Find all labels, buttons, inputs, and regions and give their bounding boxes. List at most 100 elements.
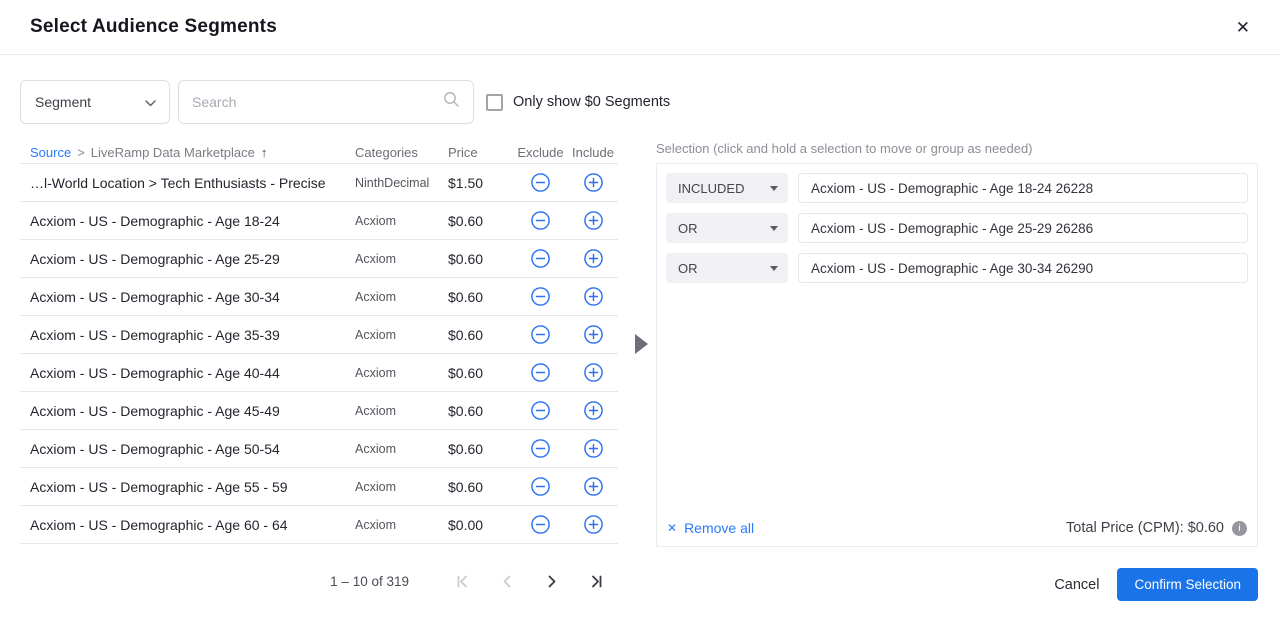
exclude-icon[interactable]: [530, 210, 551, 231]
table-row[interactable]: Acxiom - US - Demographic - Age 18-24 Ac…: [20, 202, 618, 240]
cancel-button[interactable]: Cancel: [1054, 577, 1099, 593]
include-icon[interactable]: [583, 362, 604, 383]
table-row[interactable]: Acxiom - US - Demographic - Age 25-29 Ac…: [20, 240, 618, 278]
operator-dropdown[interactable]: OR: [666, 253, 788, 283]
next-page-icon[interactable]: [543, 573, 560, 590]
segment-name-cell: Acxiom - US - Demographic - Age 40-44: [20, 365, 355, 381]
table-row[interactable]: Acxiom - US - Demographic - Age 40-44 Ac…: [20, 354, 618, 392]
table-row[interactable]: Acxiom - US - Demographic - Age 45-49 Ac…: [20, 392, 618, 430]
close-icon[interactable]: ✕: [1236, 19, 1250, 36]
price-cell: $0.60: [448, 251, 513, 267]
selection-item[interactable]: INCLUDED Acxiom - US - Demographic - Age…: [666, 173, 1248, 203]
operator-value: INCLUDED: [678, 181, 744, 196]
segment-name-cell: Acxiom - US - Demographic - Age 35-39: [20, 327, 355, 343]
table-row[interactable]: …l-World Location > Tech Enthusiasts - P…: [20, 164, 618, 202]
category-cell: Acxiom: [355, 404, 448, 418]
pagination-label: 1 – 10 of 319: [330, 574, 409, 589]
include-icon[interactable]: [583, 248, 604, 269]
segment-name-cell: Acxiom - US - Demographic - Age 30-34: [20, 289, 355, 305]
table-row[interactable]: Acxiom - US - Demographic - Age 60 - 64 …: [20, 506, 618, 544]
total-price-label: Total Price (CPM): $0.60: [1066, 520, 1224, 536]
zero-segments-filter-label: Only show $0 Segments: [513, 94, 670, 110]
price-cell: $0.60: [448, 289, 513, 305]
include-icon[interactable]: [583, 476, 604, 497]
include-icon[interactable]: [583, 438, 604, 459]
zero-segments-filter[interactable]: Only show $0 Segments: [486, 94, 670, 111]
segment-name-cell: Acxiom - US - Demographic - Age 50-54: [20, 441, 355, 457]
exclude-icon[interactable]: [530, 172, 551, 193]
exclude-icon[interactable]: [530, 400, 551, 421]
price-cell: $0.60: [448, 403, 513, 419]
include-icon[interactable]: [583, 172, 604, 193]
exclude-icon[interactable]: [530, 476, 551, 497]
chevron-down-icon: [770, 226, 778, 231]
remove-all-link[interactable]: ✕ Remove all: [667, 520, 754, 536]
chevron-down-icon: [770, 266, 778, 271]
confirm-selection-button[interactable]: Confirm Selection: [1117, 568, 1258, 601]
selection-panel: INCLUDED Acxiom - US - Demographic - Age…: [656, 163, 1258, 547]
breadcrumb: Source > LiveRamp Data Marketplace ↑: [20, 145, 355, 160]
remove-all-x-icon: ✕: [667, 522, 677, 534]
selection-header: Selection (click and hold a selection to…: [656, 141, 1258, 155]
dialog-footer: Cancel Confirm Selection: [1054, 568, 1258, 601]
first-page-icon[interactable]: [455, 573, 472, 590]
table-row[interactable]: Acxiom - US - Demographic - Age 35-39 Ac…: [20, 316, 618, 354]
selection-item[interactable]: OR Acxiom - US - Demographic - Age 25-29…: [666, 213, 1248, 243]
operator-value: OR: [678, 261, 698, 276]
previous-page-icon[interactable]: [499, 573, 516, 590]
last-page-icon[interactable]: [587, 573, 604, 590]
price-cell: $0.60: [448, 213, 513, 229]
breadcrumb-separator: >: [77, 145, 85, 160]
selection-item-label: Acxiom - US - Demographic - Age 18-24 26…: [798, 173, 1248, 203]
include-icon[interactable]: [583, 286, 604, 307]
exclude-icon[interactable]: [530, 248, 551, 269]
category-cell: Acxiom: [355, 252, 448, 266]
segment-type-dropdown[interactable]: Segment: [20, 80, 170, 124]
include-icon[interactable]: [583, 210, 604, 231]
toolbar: Segment Only show $0 Segments: [20, 80, 670, 124]
category-cell: Acxiom: [355, 214, 448, 228]
category-cell: Acxiom: [355, 518, 448, 532]
search-input[interactable]: [192, 94, 443, 110]
exclude-icon[interactable]: [530, 324, 551, 345]
include-icon[interactable]: [583, 400, 604, 421]
exclude-icon[interactable]: [530, 438, 551, 459]
table-row[interactable]: Acxiom - US - Demographic - Age 50-54 Ac…: [20, 430, 618, 468]
price-cell: $0.60: [448, 479, 513, 495]
include-icon[interactable]: [583, 324, 604, 345]
chevron-down-icon: [145, 94, 156, 110]
segment-name-cell: Acxiom - US - Demographic - Age 60 - 64: [20, 517, 355, 533]
selection-item-label: Acxiom - US - Demographic - Age 30-34 26…: [798, 253, 1248, 283]
table-row[interactable]: Acxiom - US - Demographic - Age 55 - 59 …: [20, 468, 618, 506]
column-header-exclude: Exclude: [513, 145, 568, 160]
include-icon[interactable]: [583, 514, 604, 535]
segment-name-cell: Acxiom - US - Demographic - Age 55 - 59: [20, 479, 355, 495]
operator-dropdown[interactable]: OR: [666, 213, 788, 243]
breadcrumb-source-link[interactable]: Source: [30, 145, 71, 160]
info-icon[interactable]: i: [1232, 521, 1247, 536]
exclude-icon[interactable]: [530, 514, 551, 535]
category-cell: Acxiom: [355, 480, 448, 494]
column-header-include: Include: [568, 145, 618, 160]
breadcrumb-current: LiveRamp Data Marketplace: [91, 145, 255, 160]
sort-ascending-icon[interactable]: ↑: [261, 145, 268, 160]
price-cell: $1.50: [448, 175, 513, 191]
operator-dropdown[interactable]: INCLUDED: [666, 173, 788, 203]
exclude-icon[interactable]: [530, 286, 551, 307]
search-box[interactable]: [178, 80, 474, 124]
price-cell: $0.60: [448, 365, 513, 381]
checkbox-icon[interactable]: [486, 94, 503, 111]
exclude-icon[interactable]: [530, 362, 551, 383]
price-cell: $0.60: [448, 441, 513, 457]
selection-item-label: Acxiom - US - Demographic - Age 25-29 26…: [798, 213, 1248, 243]
selection-footer: ✕ Remove all Total Price (CPM): $0.60 i: [667, 520, 1247, 536]
table-row[interactable]: Acxiom - US - Demographic - Age 30-34 Ac…: [20, 278, 618, 316]
remove-all-label: Remove all: [684, 520, 754, 536]
table-header-row: Source > LiveRamp Data Marketplace ↑ Cat…: [20, 141, 618, 163]
category-cell: Acxiom: [355, 290, 448, 304]
segment-name-cell: Acxiom - US - Demographic - Age 25-29: [20, 251, 355, 267]
segment-name-cell: Acxiom - US - Demographic - Age 18-24: [20, 213, 355, 229]
selection-item[interactable]: OR Acxiom - US - Demographic - Age 30-34…: [666, 253, 1248, 283]
page-title: Select Audience Segments: [30, 16, 277, 38]
category-cell: Acxiom: [355, 366, 448, 380]
